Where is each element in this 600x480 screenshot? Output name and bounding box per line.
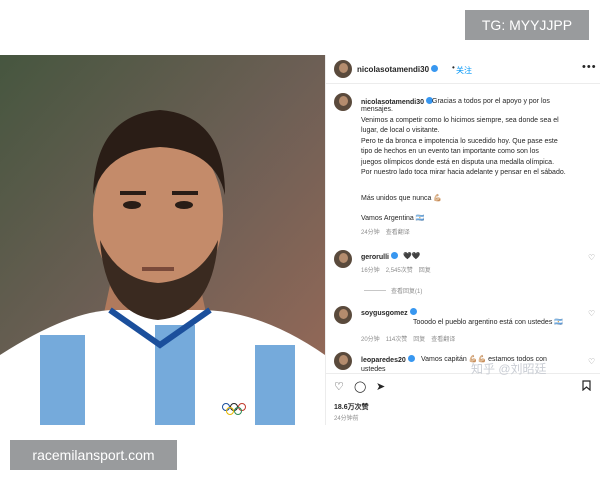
translate-link[interactable]: 查看翻译 xyxy=(386,230,410,236)
comment-text-cut: ustedes xyxy=(361,366,386,373)
comment-time: 16分钟 xyxy=(361,268,380,274)
caption-line: Por nuestro lado toca mirar hacia adelan… xyxy=(361,169,566,176)
translate-link[interactable]: 查看翻译 xyxy=(431,337,455,343)
post-header: nicolasotamendi30 • 关注 ••• xyxy=(326,55,600,84)
reply-button[interactable]: 回复 xyxy=(419,268,431,274)
caption-line: mensajes. xyxy=(361,106,393,113)
ellipsis-icon[interactable]: ••• xyxy=(582,61,597,73)
zhihu-watermark: 知乎 @刘昭廷 xyxy=(471,362,547,376)
comment-meta: 16分钟 2,545次赞 回复 xyxy=(361,265,437,274)
caption-line: lugar, de local o visitante. xyxy=(361,127,440,134)
heart-icon[interactable]: ♡ xyxy=(588,309,595,318)
reply-button[interactable]: 回复 xyxy=(413,337,425,343)
post-actions-bar: 知乎 @刘昭廷 ♡ ◯ ➤ 18.6万次赞 24分钟前 xyxy=(326,362,600,426)
comment-username[interactable]: soygusgomez xyxy=(361,308,417,317)
follow-button[interactable]: 关注 xyxy=(456,65,472,76)
caption-line: Pero te da bronca e impotencia lo sucedi… xyxy=(361,137,558,145)
verified-badge-icon xyxy=(409,308,417,315)
comment-text: Tooodo el pueblo argentino está con uste… xyxy=(413,319,563,326)
site-watermark: racemilansport.com xyxy=(10,440,177,470)
post-time: 24分钟前 xyxy=(334,416,359,422)
likes-count[interactable]: 18.6万次赞 xyxy=(334,402,369,412)
replies-divider xyxy=(364,290,386,291)
caption-time: 24分钟 xyxy=(361,230,380,236)
comment-text: 🖤🖤 xyxy=(403,253,421,260)
separator-dot: • xyxy=(452,63,455,72)
verified-badge-icon xyxy=(407,355,415,362)
comment-likes[interactable]: 2,545次赞 xyxy=(386,268,413,274)
caption-line: tipo de hechos en un evento tan importan… xyxy=(361,148,539,155)
verified-badge-icon xyxy=(391,252,399,259)
caption-line: Venimos a competir como lo hicimos siemp… xyxy=(361,116,559,124)
caption-meta: 24分钟 查看翻译 xyxy=(361,227,416,236)
post-username[interactable]: nicolasotamendi30 xyxy=(357,65,439,74)
telegram-watermark: TG: MYYJJPP xyxy=(465,10,589,40)
heart-icon[interactable]: ♡ xyxy=(588,253,595,262)
comment-time: 20分钟 xyxy=(361,337,380,343)
comment-username[interactable]: leoparedes20 xyxy=(361,355,415,364)
caption-extra-line: Vamos Argentina 🇦🇷 xyxy=(361,215,425,222)
comment-username[interactable]: gerorulli xyxy=(361,252,399,261)
avatar[interactable] xyxy=(334,93,352,111)
avatar[interactable] xyxy=(334,352,352,370)
instagram-post-panel: nicolasotamendi30 • 关注 ••• nicolasotamen… xyxy=(325,55,600,426)
comment-likes[interactable]: 114次赞 xyxy=(386,337,408,343)
caption-body: mensajes. Venimos a competir como lo hic… xyxy=(361,105,589,179)
share-icon[interactable]: ➤ xyxy=(376,380,385,393)
comment-meta: 20分钟 114次赞 回复 查看翻译 xyxy=(361,334,461,343)
avatar[interactable] xyxy=(334,250,352,268)
player-photo xyxy=(0,55,325,425)
heart-icon[interactable]: ♡ xyxy=(334,380,344,393)
avatar[interactable] xyxy=(334,60,352,78)
avatar[interactable] xyxy=(334,306,352,324)
comment-icon[interactable]: ◯ xyxy=(354,380,366,393)
heart-icon[interactable]: ♡ xyxy=(588,357,595,366)
caption-extra-line: Más unidos que nunca 💪🏼 xyxy=(361,195,443,202)
bookmark-icon[interactable] xyxy=(582,380,591,394)
caption-line: juegos olímpicos donde está en disputa u… xyxy=(361,158,555,166)
verified-badge-icon xyxy=(431,65,439,72)
view-replies-link[interactable]: 查看回复(1) xyxy=(391,286,422,295)
